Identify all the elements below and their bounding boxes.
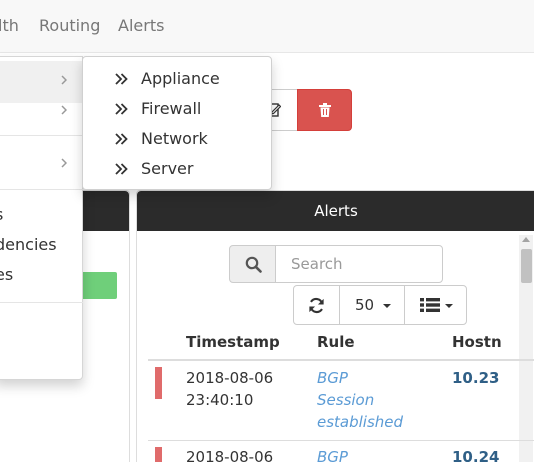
trash-icon <box>318 103 331 117</box>
table-row-rule-link[interactable]: BGP Session established <box>317 367 417 433</box>
table-row-hostname-link[interactable]: 10.23 <box>452 367 499 389</box>
search-icon <box>245 256 262 273</box>
search-addon <box>229 245 276 283</box>
menu-item[interactable]: dencies <box>0 235 57 254</box>
submenu-item-appliance[interactable]: Appliance <box>83 64 271 94</box>
dropdown-menu: s dencies es <box>0 56 83 380</box>
menu-divider <box>0 302 83 303</box>
chevron-right-icon <box>61 75 67 85</box>
page-size-dropdown[interactable]: 50 <box>339 285 405 325</box>
double-chevron-right-icon <box>115 163 128 175</box>
menu-divider <box>0 189 83 190</box>
submenu-item-firewall[interactable]: Firewall <box>83 94 271 124</box>
caret-down-icon <box>445 304 453 308</box>
vertical-scrollbar[interactable] <box>519 235 533 462</box>
menu-item-active[interactable] <box>0 61 83 103</box>
chevron-right-icon <box>61 105 67 115</box>
search-input[interactable] <box>275 245 443 283</box>
refresh-button[interactable] <box>293 285 340 325</box>
scroll-up-arrow-icon[interactable] <box>522 237 530 242</box>
page-size-value: 50 <box>355 296 375 314</box>
alerts-panel-title: Alerts <box>137 191 534 231</box>
table-row-hostname-link[interactable]: 10.24 <box>452 446 499 462</box>
table-row-timestamp: 2018-08-06 23:40:10 <box>186 369 274 409</box>
nav-item-routing[interactable]: Routing <box>39 16 100 35</box>
table-row-rule-link[interactable]: BGP <box>317 446 417 462</box>
submenu-item-network[interactable]: Network <box>83 124 271 154</box>
menu-item[interactable]: es <box>0 265 13 284</box>
menu-item[interactable]: s <box>0 205 3 224</box>
list-icon <box>420 298 440 312</box>
submenu-item-server[interactable]: Server <box>83 154 271 184</box>
chevron-right-icon <box>61 158 67 168</box>
table-header-divider <box>148 359 534 361</box>
menu-divider <box>0 135 83 136</box>
table-row-divider <box>148 440 534 441</box>
top-navbar: lth Routing Alerts <box>0 0 534 53</box>
column-header-hostname[interactable]: Hostn <box>452 333 502 351</box>
column-header-rule[interactable]: Rule <box>317 333 355 351</box>
severity-indicator <box>155 447 162 462</box>
double-chevron-right-icon <box>115 73 128 85</box>
severity-indicator <box>155 367 162 399</box>
table-row-timestamp: 2018-08-06 <box>186 448 274 462</box>
double-chevron-right-icon <box>115 103 128 115</box>
column-header-timestamp[interactable]: Timestamp <box>186 333 280 351</box>
scrollbar-thumb[interactable] <box>521 249 532 283</box>
submenu: Appliance Firewall Network Server <box>82 56 272 190</box>
refresh-icon <box>309 297 324 314</box>
nav-item-health[interactable]: lth <box>0 16 19 35</box>
delete-button[interactable] <box>297 89 352 131</box>
columns-dropdown[interactable] <box>404 285 467 325</box>
caret-down-icon <box>383 304 391 308</box>
nav-item-alerts[interactable]: Alerts <box>118 16 164 35</box>
double-chevron-right-icon <box>115 133 128 145</box>
